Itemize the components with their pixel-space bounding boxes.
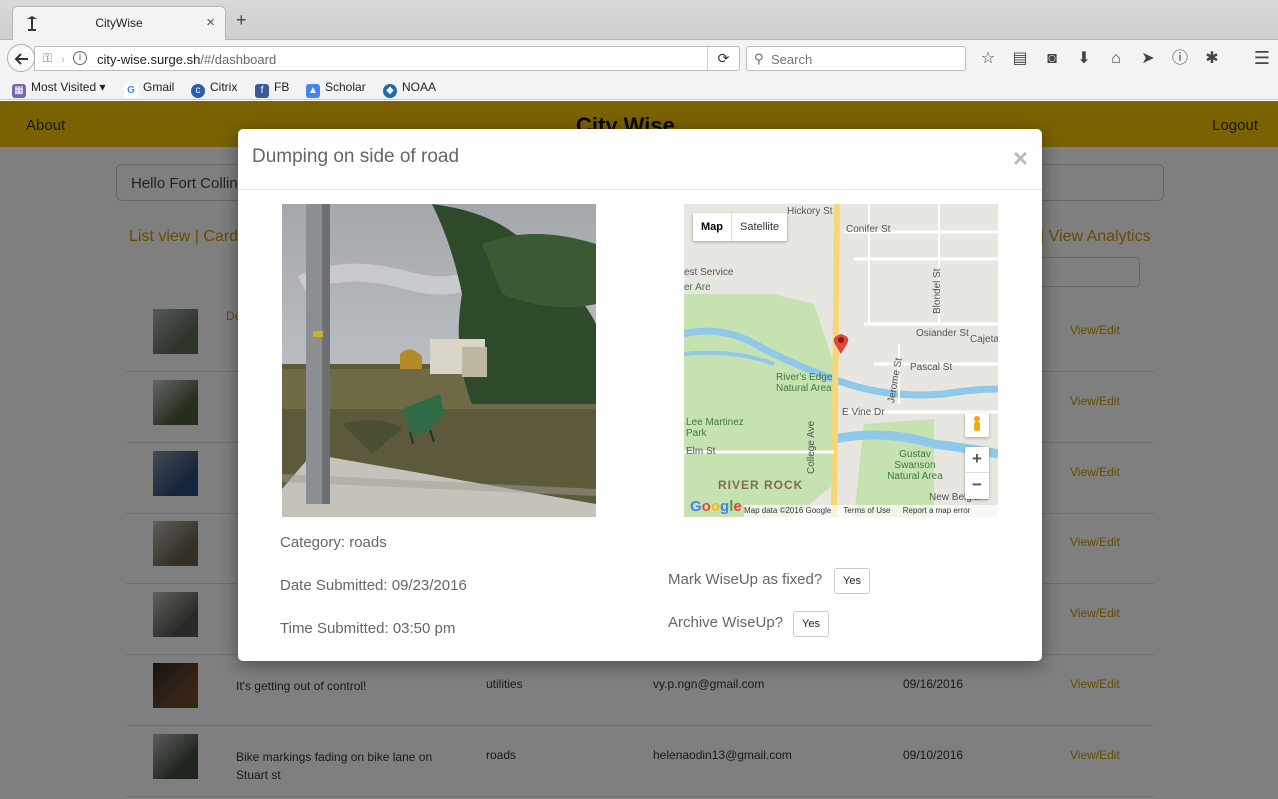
zoom-out-button[interactable]: − (965, 473, 989, 499)
reading-list-icon[interactable]: ▤ (1004, 48, 1036, 70)
map-label: Cajeta (970, 334, 998, 345)
send-icon[interactable]: ➤ (1132, 48, 1164, 70)
bookmark-noaa[interactable]: ◆ NOAA (383, 80, 436, 98)
google-icon: G (124, 84, 138, 98)
url-text[interactable]: city-wise.surge.sh/#/dashboard (97, 52, 276, 67)
back-arrow-icon (14, 53, 28, 65)
url-host: city-wise.surge.sh (97, 52, 201, 67)
bookmark-label: Scholar (325, 80, 366, 94)
map-canvas (684, 204, 998, 517)
mark-fixed-label: Mark WiseUp as fixed? (668, 571, 823, 588)
pegman-icon[interactable] (965, 413, 989, 437)
map-label: RIVER ROCK (718, 478, 804, 492)
archive-yes-button[interactable]: Yes (793, 611, 829, 637)
most-visited-icon: ▦ (12, 84, 26, 98)
reload-icon[interactable]: ⟳ (707, 47, 739, 70)
bookmark-label: Citrix (210, 80, 238, 94)
bookmark-label: Most Visited (31, 80, 97, 94)
time-submitted-text: Time Submitted: 03:50 pm (280, 620, 456, 637)
map-label: est Service (684, 267, 734, 278)
download-icon[interactable]: ⬇ (1068, 48, 1100, 70)
home-icon[interactable]: ⌂ (1100, 48, 1132, 70)
map-label: River's Edge Natural Area (776, 372, 833, 394)
zoom-in-button[interactable]: + (965, 447, 989, 473)
search-input[interactable] (771, 50, 951, 68)
bookmark-most-visited[interactable]: ▦ Most Visited ▾ (12, 80, 106, 98)
close-icon[interactable]: × (1013, 145, 1028, 171)
map-label: Hickory St (787, 206, 833, 217)
citrix-icon: c (191, 84, 205, 98)
map-type-satellite-button[interactable]: Satellite (732, 213, 787, 241)
bookmark-star-icon[interactable]: ☆ (972, 48, 1004, 70)
bookmark-label: FB (274, 80, 290, 94)
bookmark-scholar[interactable]: ▲ Scholar (306, 80, 366, 98)
back-button[interactable] (7, 44, 35, 72)
bookmark-citrix[interactable]: c Citrix (191, 80, 237, 98)
scholar-icon: ▲ (306, 84, 320, 98)
modal-title: Dumping on side of road (252, 146, 460, 167)
extension-icon[interactable]: ✱ (1196, 48, 1228, 70)
tab-title: CityWise (95, 16, 143, 30)
password-icon[interactable]: ⓘ (1164, 48, 1196, 70)
map-type-map-button[interactable]: Map (693, 213, 732, 241)
map-label: Gustav Swanson Natural Area (887, 449, 943, 482)
google-logo: Google (690, 498, 742, 515)
tab-close-icon[interactable]: × (206, 14, 215, 31)
map-attribution: Map data ©2016 Google Terms of Use Repor… (744, 505, 998, 517)
map-label: Blondel St (932, 268, 943, 314)
map-label: Pascal St (910, 362, 953, 373)
category-text: Category: roads (280, 534, 387, 551)
pocket-icon[interactable]: ◙ (1036, 48, 1068, 70)
map-label: Conifer St (846, 224, 891, 235)
map-type-control: Map Satellite (693, 213, 788, 241)
report-map-error-link[interactable]: Report a map error (903, 506, 971, 515)
date-submitted-text: Date Submitted: 09/23/2016 (280, 577, 467, 594)
hamburger-menu-icon[interactable]: ☰ (1254, 48, 1270, 69)
archive-label: Archive WiseUp? (668, 614, 784, 631)
noaa-icon: ◆ (383, 84, 397, 98)
map-label: College Ave (806, 420, 817, 474)
nav-bar: ⚿ › i city-wise.surge.sh/#/dashboard ⟳ ⚲… (0, 40, 1278, 76)
bookmark-fb[interactable]: f FB (255, 80, 289, 98)
bookmark-label: NOAA (402, 80, 437, 94)
location-map[interactable]: Hickory St Conifer St est Service er Are… (684, 204, 998, 517)
facebook-icon: f (255, 84, 269, 98)
url-path: /#/dashboard (200, 52, 277, 67)
map-label: Lee Martinez Park (686, 417, 744, 439)
map-label: E Vine Dr (842, 407, 885, 418)
zoom-control: + − (965, 447, 989, 499)
pegman-figure-icon (974, 416, 980, 431)
key-icon: ⚿ (43, 51, 53, 65)
search-bar[interactable]: ⚲ (746, 46, 966, 71)
wiseup-detail-modal: Dumping on side of road × Hickory St Con… (238, 129, 1042, 661)
map-label: Elm St (686, 446, 716, 457)
url-separator: › (61, 52, 65, 66)
bookmarks-bar: ▦ Most Visited ▾ G Gmail c Citrix f FB ▲ Scho… (0, 76, 1278, 100)
wiseup-photo (282, 204, 596, 517)
url-bar[interactable]: ⚿ › i city-wise.surge.sh/#/dashboard ⟳ (34, 46, 740, 71)
terms-of-use-link[interactable]: Terms of Use (843, 506, 890, 515)
map-data-text: Map data ©2016 Google (744, 506, 832, 515)
map-label: Osiander St (916, 328, 969, 339)
new-tab-icon[interactable]: + (236, 10, 247, 31)
mark-fixed-yes-button[interactable]: Yes (834, 568, 870, 594)
map-label: er Area (684, 282, 710, 293)
bookmark-label: Gmail (143, 80, 175, 94)
bookmark-gmail[interactable]: G Gmail (124, 80, 174, 98)
site-info-icon[interactable]: i (73, 51, 87, 65)
tab-bar: CityWise × + (0, 0, 1278, 40)
modal-header: Dumping on side of road × (238, 129, 1042, 190)
search-icon: ⚲ (754, 51, 764, 66)
toolbar-icons: ☆ ▤ ◙ ⬇ ⌂ ➤ ⓘ ✱ (972, 48, 1228, 70)
browser-tab[interactable]: CityWise × (12, 6, 226, 40)
